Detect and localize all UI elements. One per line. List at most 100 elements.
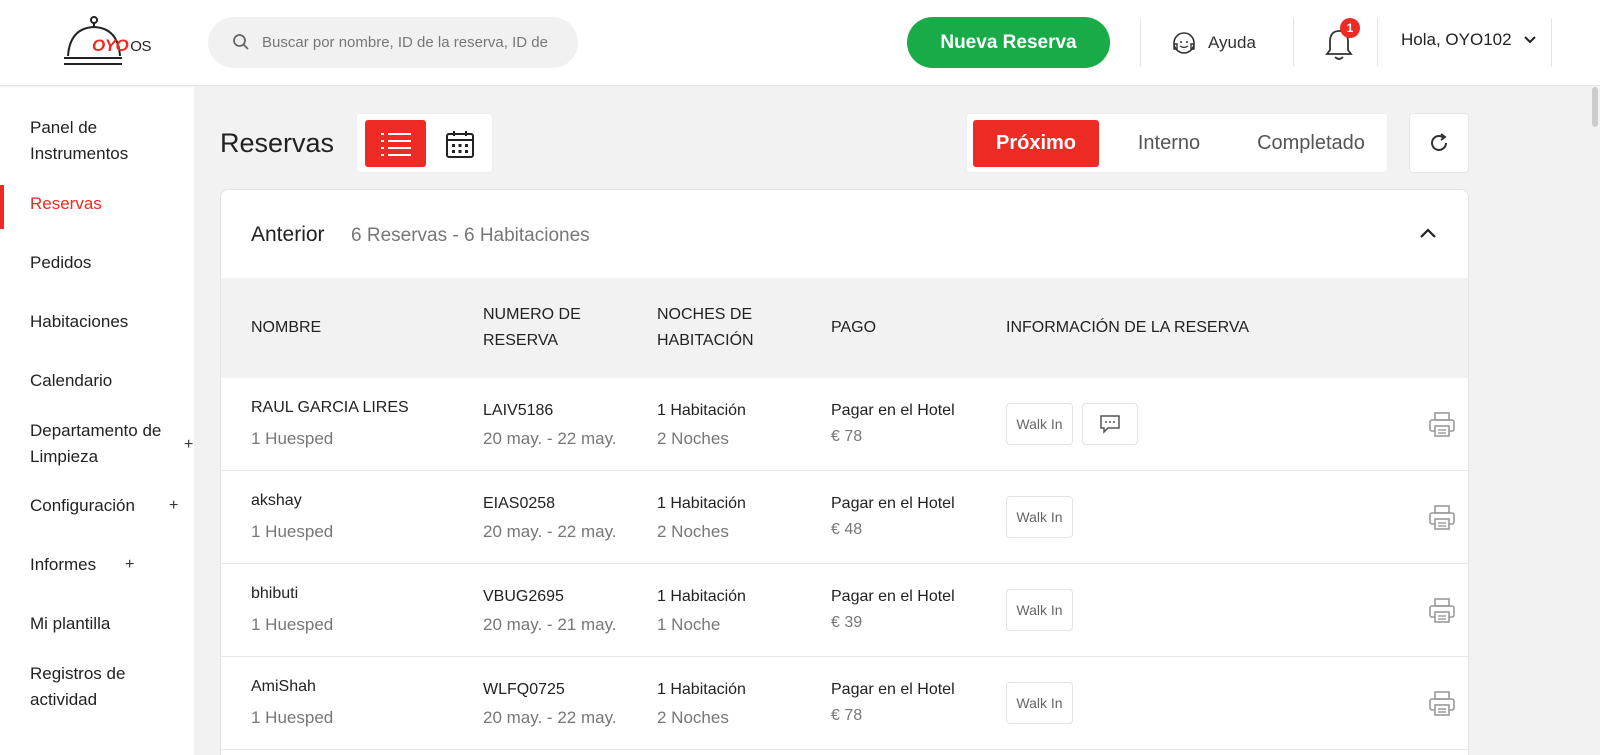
- booking-dates: 20 may. - 22 may.: [483, 522, 617, 541]
- refresh-icon: [1431, 133, 1447, 151]
- divider: [1377, 18, 1378, 66]
- printer-icon[interactable]: [1428, 690, 1456, 718]
- search-box: [208, 17, 578, 68]
- room-count: 1 Habitación: [657, 402, 746, 419]
- sidebar-item-housekeeping[interactable]: Departamento de Limpieza +: [4, 418, 194, 470]
- booking-dates: 20 may. - 22 may.: [483, 429, 617, 448]
- tab-upcoming[interactable]: Próximo: [973, 120, 1099, 167]
- notifications-button[interactable]: 1: [1320, 18, 1360, 64]
- guest-name: RAUL GARCIA LIRES: [251, 399, 409, 416]
- guest-count: 1 Huesped: [251, 708, 334, 727]
- bookings-card: Anterior 6 Reservas - 6 Habitaciones NOM…: [220, 189, 1469, 755]
- booking-id[interactable]: VBUG2695: [483, 588, 564, 606]
- night-count: 2 Noches: [657, 429, 729, 448]
- table-row[interactable]: AmiShah 1 Huesped WLFQ0725 20 may. - 22 …: [221, 657, 1468, 750]
- search-input[interactable]: [262, 17, 567, 68]
- divider: [1551, 18, 1552, 66]
- booking-dates: 20 may. - 21 may.: [483, 615, 617, 634]
- list-view-button[interactable]: [365, 120, 426, 167]
- payment-method: Pagar en el Hotel: [831, 402, 955, 419]
- guest-name: AmiShah: [251, 678, 316, 695]
- calendar-icon: [446, 130, 474, 158]
- column-header-booking-id: NUMERO DE RESERVA: [483, 306, 581, 349]
- booking-status-tabs: Próximo Interno Completado: [966, 113, 1388, 173]
- room-count: 1 Habitación: [657, 588, 746, 605]
- guest-count: 1 Huesped: [251, 429, 334, 448]
- guest-count: 1 Huesped: [251, 522, 334, 541]
- refresh-button[interactable]: [1409, 113, 1469, 173]
- help-label: Ayuda: [1208, 33, 1256, 52]
- section-title: Anterior: [251, 223, 325, 246]
- sidebar-item-calendar[interactable]: Calendario: [4, 368, 194, 394]
- column-header-payment: PAGO: [831, 319, 877, 336]
- chevron-up-icon[interactable]: [1418, 226, 1438, 240]
- table-row[interactable]: akshay 1 Huesped EIAS0258 20 may. - 22 m…: [221, 471, 1468, 564]
- sidebar-item-rooms[interactable]: Habitaciones: [4, 309, 194, 335]
- chevron-down-icon: [1523, 36, 1536, 44]
- walk-in-tag: Walk In: [1006, 403, 1073, 445]
- sidebar-item-settings[interactable]: Configuración +: [4, 493, 194, 519]
- sidebar-item-staff[interactable]: Mi plantilla: [4, 611, 194, 637]
- logo-suffix: OS: [130, 38, 151, 55]
- night-count: 2 Noches: [657, 522, 729, 541]
- expand-icon: +: [169, 497, 179, 514]
- notification-badge: 1: [1340, 18, 1360, 38]
- payment-amount: € 78: [831, 707, 863, 724]
- printer-icon[interactable]: [1428, 411, 1456, 439]
- booking-dates: 20 may. - 22 may.: [483, 708, 617, 727]
- tab-in-house[interactable]: Interno: [1109, 120, 1229, 167]
- booking-id[interactable]: LAIV5186: [483, 402, 553, 420]
- expand-icon: +: [184, 436, 194, 453]
- help-link[interactable]: Ayuda: [1170, 26, 1256, 60]
- room-count: 1 Habitación: [657, 495, 746, 512]
- booking-id[interactable]: EIAS0258: [483, 495, 555, 513]
- expand-icon: +: [125, 556, 135, 573]
- night-count: 1 Noche: [657, 615, 721, 634]
- walk-in-tag: Walk In: [1006, 682, 1073, 724]
- booking-id[interactable]: WLFQ0725: [483, 681, 565, 699]
- logo-brand: OYO: [92, 36, 129, 55]
- search-icon: [233, 34, 249, 50]
- printer-icon[interactable]: [1428, 597, 1456, 625]
- walk-in-tag: Walk In: [1006, 589, 1073, 631]
- guest-name: akshay: [251, 492, 302, 509]
- payment-amount: € 48: [831, 521, 863, 538]
- payment-method: Pagar en el Hotel: [831, 588, 955, 605]
- sidebar-item-bookings[interactable]: Reservas: [0, 185, 194, 229]
- payment-amount: € 78: [831, 428, 863, 445]
- guest-name: bhibuti: [251, 585, 299, 602]
- divider: [1293, 18, 1294, 66]
- printer-icon[interactable]: [1428, 504, 1456, 532]
- column-header-name: NOMBRE: [251, 319, 322, 336]
- table-header: NOMBRE NUMERO DE RESERVA NOCHES DE HABIT…: [221, 278, 1468, 378]
- section-header[interactable]: Anterior 6 Reservas - 6 Habitaciones: [221, 190, 1468, 278]
- sidebar-item-orders[interactable]: Pedidos: [4, 250, 194, 276]
- chat-button[interactable]: [1082, 403, 1138, 445]
- divider: [1140, 18, 1141, 66]
- sidebar-item-dashboard[interactable]: Panel de Instrumentos: [4, 115, 194, 167]
- room-count: 1 Habitación: [657, 681, 746, 698]
- column-header-room-nights: NOCHES DE HABITACIÓN: [657, 306, 754, 349]
- table-row[interactable]: bhibuti 1 Huesped VBUG2695 20 may. - 21 …: [221, 564, 1468, 657]
- payment-amount: € 39: [831, 614, 863, 631]
- top-header: OYOOS Nueva Reserva Ayuda 1 Hola, OYO102: [0, 0, 1600, 86]
- user-menu[interactable]: Hola, OYO102: [1401, 30, 1538, 50]
- list-icon: [380, 132, 411, 156]
- sidebar-item-activity-log[interactable]: Registros de actividad: [4, 661, 194, 713]
- page-scrollbar[interactable]: [1592, 87, 1598, 127]
- table-row[interactable]: RAUL GARCIA LIRES 1 Huesped LAIV5186 20 …: [221, 378, 1468, 471]
- payment-method: Pagar en el Hotel: [831, 495, 955, 512]
- new-booking-button[interactable]: Nueva Reserva: [907, 17, 1110, 68]
- night-count: 2 Noches: [657, 708, 729, 727]
- page-title: Reservas: [220, 128, 335, 158]
- section-summary: 6 Reservas - 6 Habitaciones: [351, 225, 590, 246]
- user-greeting: Hola, OYO102: [1401, 30, 1512, 49]
- oyo-os-logo[interactable]: OYO OS: [62, 14, 172, 70]
- guest-count: 1 Huesped: [251, 615, 334, 634]
- calendar-view-button[interactable]: [434, 120, 486, 167]
- payment-method: Pagar en el Hotel: [831, 681, 955, 698]
- sidebar: Panel de Instrumentos Reservas Pedidos H…: [0, 87, 194, 755]
- tab-completed[interactable]: Completado: [1237, 120, 1385, 167]
- view-toggle: [356, 113, 493, 173]
- sidebar-item-reports[interactable]: Informes +: [4, 552, 194, 578]
